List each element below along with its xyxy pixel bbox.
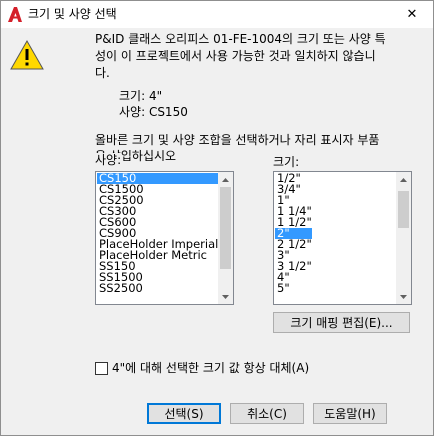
- window-title: 크기 및 사양 선택: [28, 7, 117, 21]
- scroll-up-icon[interactable]: [218, 172, 233, 187]
- current-spec-text: 사양: CS150: [119, 105, 188, 119]
- warning-icon: [10, 40, 44, 70]
- autocad-app-icon: [8, 7, 22, 22]
- help-button[interactable]: 도움말(H): [313, 403, 387, 424]
- size-listbox[interactable]: 1/2" 3/4" 1" 1 1/4" 1 1/2" 2" 2 1/2" 3" 3 1/2" 4"…: [273, 171, 412, 305]
- size-list-items: 1/2" 3/4" 1" 1 1/4" 1 1/2" 2" 2 1/2" 3" 3 1/2" 4"…: [275, 172, 312, 294]
- spec-listbox[interactable]: CS150 CS1500 CS2500 CS300 CS600 CS900 PlaceHol…: [95, 171, 234, 305]
- scroll-down-icon[interactable]: [396, 289, 411, 304]
- size-list-label: 크기:: [273, 155, 300, 169]
- spec-list-label: 사양:: [95, 153, 122, 167]
- spec-list-scrollbar[interactable]: [218, 172, 233, 304]
- scroll-thumb[interactable]: [220, 187, 231, 269]
- select-button[interactable]: 선택(S): [147, 403, 221, 424]
- scroll-thumb[interactable]: [398, 191, 409, 228]
- size-list-item[interactable]: 5": [275, 282, 312, 294]
- message-text: P&ID 클래스 오리피스 01-FE-1004의 크기 또는 사양 특 성이 …: [95, 32, 386, 80]
- current-size-text: 크기: 4": [119, 89, 163, 103]
- always-replace-label[interactable]: 4"에 대해 선택한 크기 값 항상 대체(A): [112, 360, 309, 376]
- title-bar[interactable]: 크기 및 사양 선택 ✕: [1, 1, 433, 28]
- close-icon: ✕: [406, 7, 418, 22]
- dialog-window: 크기 및 사양 선택 ✕ P&ID 클래스 오리피스 01-FE-1004의 크…: [0, 0, 434, 436]
- spec-list-item[interactable]: SS2500: [97, 282, 218, 294]
- size-list-scrollbar[interactable]: [396, 172, 411, 304]
- always-replace-checkbox[interactable]: [95, 362, 108, 375]
- close-button[interactable]: ✕: [391, 1, 433, 28]
- spec-list-items: CS150 CS1500 CS2500 CS300 CS600 CS900 PlaceHol…: [97, 172, 219, 294]
- cancel-button[interactable]: 취소(C): [230, 403, 304, 424]
- scroll-up-icon[interactable]: [396, 172, 411, 187]
- dialog-body: P&ID 클래스 오리피스 01-FE-1004의 크기 또는 사양 특 성이 …: [1, 28, 433, 435]
- edit-size-mapping-button[interactable]: 크기 매핑 편집(E)...: [273, 312, 410, 333]
- scroll-down-icon[interactable]: [218, 289, 233, 304]
- instruction-text: 올바른 크기 및 사양 조합을 선택하거나 자리 표시자 부품 을 삽입하십시오: [95, 133, 380, 163]
